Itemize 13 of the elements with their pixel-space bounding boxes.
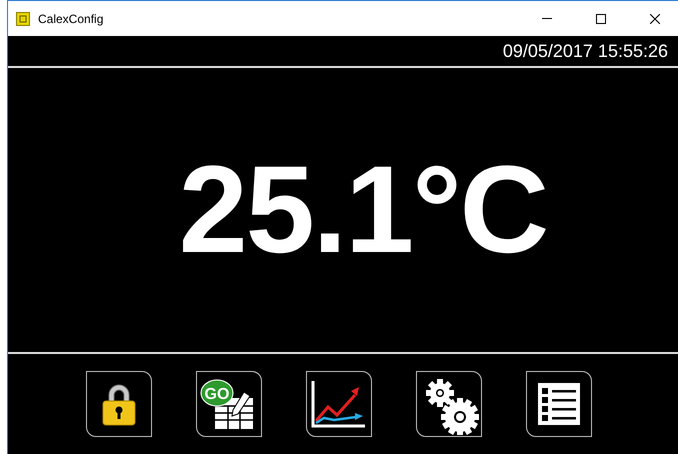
maximize-icon[interactable] [596,14,606,24]
date-time: 09/05/2017 15:55:26 [502,40,668,62]
list-icon [538,383,580,425]
gears-button[interactable] [416,371,482,437]
list-button[interactable] [526,371,592,437]
app-icon [16,12,30,26]
close-icon[interactable] [650,14,660,24]
line-chart-icon [311,379,367,429]
chart-button[interactable] [306,371,372,437]
go-table-button[interactable]: GO [196,371,262,437]
lock-button[interactable] [86,371,152,437]
window-title: CalexConfig [38,12,104,26]
temperature-reading: 25.1°C [178,140,548,281]
